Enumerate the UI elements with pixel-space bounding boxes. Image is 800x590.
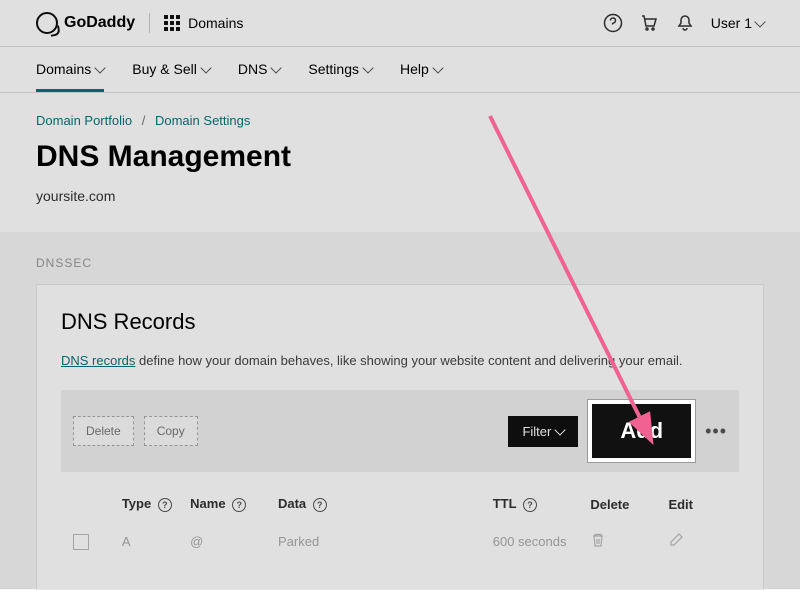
user-menu[interactable]: User 1 bbox=[711, 15, 764, 31]
col-data: Data ? bbox=[278, 496, 493, 512]
breadcrumb: Domain Portfolio / Domain Settings bbox=[0, 93, 800, 134]
apps-grid-icon[interactable] bbox=[164, 15, 180, 31]
chevron-down-icon bbox=[200, 62, 211, 73]
godaddy-icon bbox=[36, 12, 58, 34]
row-edit-icon[interactable] bbox=[668, 532, 727, 551]
card-title: DNS Records bbox=[61, 309, 739, 335]
cell-ttl: 600 seconds bbox=[493, 534, 591, 549]
cell-data: Parked bbox=[278, 534, 493, 549]
more-icon[interactable]: ••• bbox=[705, 421, 727, 442]
table-header: Type ? Name ? Data ? TTL ? Delete Edit bbox=[61, 490, 739, 518]
row-delete-icon[interactable] bbox=[590, 532, 668, 551]
add-button[interactable]: Add bbox=[588, 400, 695, 462]
col-delete: Delete bbox=[590, 497, 668, 512]
col-edit: Edit bbox=[668, 497, 727, 512]
chevron-down-icon bbox=[362, 62, 373, 73]
top-header: GoDaddy Domains User 1 bbox=[0, 0, 800, 47]
brand-text: GoDaddy bbox=[64, 14, 135, 32]
help-icon[interactable]: ? bbox=[232, 498, 246, 512]
tab-help[interactable]: Help bbox=[400, 61, 442, 92]
user-label: User 1 bbox=[711, 15, 752, 31]
dns-records-link[interactable]: DNS records bbox=[61, 353, 135, 368]
chevron-down-icon bbox=[95, 62, 106, 73]
breadcrumb-settings[interactable]: Domain Settings bbox=[155, 113, 250, 128]
help-icon[interactable]: ? bbox=[523, 498, 537, 512]
card-description: DNS records define how your domain behav… bbox=[61, 353, 739, 368]
delete-button[interactable]: Delete bbox=[73, 416, 134, 446]
cart-icon[interactable] bbox=[639, 13, 659, 33]
tab-buy-sell[interactable]: Buy & Sell bbox=[132, 61, 210, 92]
nav-tabs: Domains Buy & Sell DNS Settings Help bbox=[0, 47, 800, 93]
col-name: Name ? bbox=[190, 496, 278, 512]
tab-domains[interactable]: Domains bbox=[36, 61, 104, 92]
divider bbox=[149, 13, 150, 33]
filter-button[interactable]: Filter bbox=[508, 416, 578, 447]
breadcrumb-portfolio[interactable]: Domain Portfolio bbox=[36, 113, 132, 128]
cell-name: @ bbox=[190, 534, 278, 549]
chevron-down-icon bbox=[432, 62, 443, 73]
col-ttl: TTL ? bbox=[493, 496, 591, 512]
chevron-down-icon bbox=[555, 424, 566, 435]
chevron-down-icon bbox=[754, 16, 765, 27]
help-icon[interactable] bbox=[603, 13, 623, 33]
row-checkbox[interactable] bbox=[73, 534, 89, 550]
tab-settings[interactable]: Settings bbox=[308, 61, 372, 92]
domain-name: yoursite.com bbox=[0, 180, 800, 232]
copy-button[interactable]: Copy bbox=[144, 416, 198, 446]
brand-logo[interactable]: GoDaddy bbox=[36, 12, 135, 34]
help-icon[interactable]: ? bbox=[158, 498, 172, 512]
chevron-down-icon bbox=[271, 62, 282, 73]
cell-type: A bbox=[122, 534, 190, 549]
bell-icon[interactable] bbox=[675, 13, 695, 33]
page-title: DNS Management bbox=[0, 134, 800, 180]
dnssec-link[interactable]: DNSSEC bbox=[36, 256, 764, 270]
dns-records-card: DNS Records DNS records define how your … bbox=[36, 284, 764, 590]
toolbar: Delete Copy Filter Add ••• bbox=[61, 390, 739, 472]
help-icon[interactable]: ? bbox=[313, 498, 327, 512]
table-row: A @ Parked 600 seconds bbox=[61, 518, 739, 565]
tab-dns[interactable]: DNS bbox=[238, 61, 281, 92]
col-type: Type ? bbox=[122, 496, 190, 512]
section-label[interactable]: Domains bbox=[188, 15, 243, 31]
breadcrumb-sep: / bbox=[142, 113, 146, 128]
